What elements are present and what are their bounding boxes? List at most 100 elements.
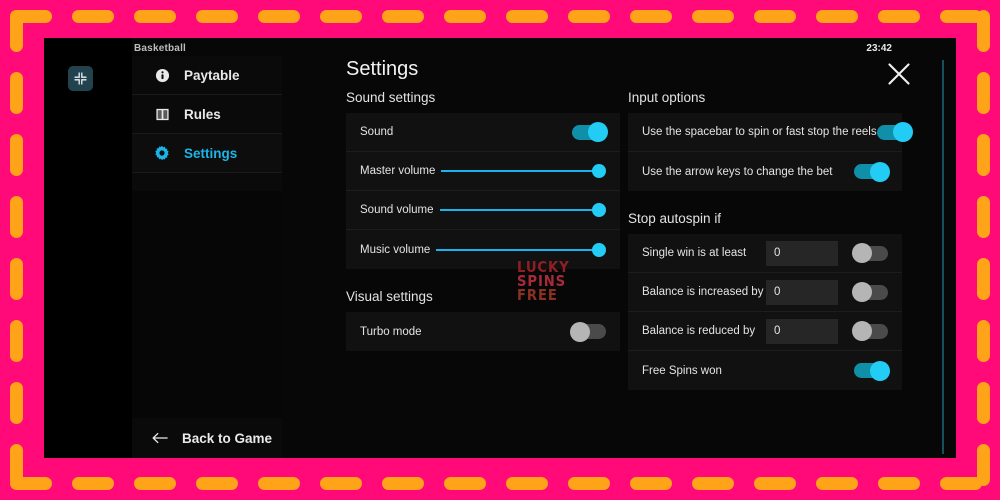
border-dash xyxy=(692,10,734,23)
row-label: Free Spins won xyxy=(642,364,722,377)
arrow-keys-toggle[interactable] xyxy=(854,161,890,182)
sidebar-item-label: Paytable xyxy=(184,67,240,83)
border-dash xyxy=(940,477,982,490)
border-dash xyxy=(878,10,920,23)
border-dash xyxy=(258,10,300,23)
row-balance-increased[interactable]: Balance is increased by xyxy=(628,273,902,312)
row-sound[interactable]: Sound xyxy=(346,113,620,152)
row-single-win[interactable]: Single win is at least xyxy=(628,234,902,273)
border-dash xyxy=(444,10,486,23)
border-dash xyxy=(196,477,238,490)
game-title: Basketball xyxy=(134,43,187,54)
border-dash xyxy=(630,10,672,23)
sound-toggle[interactable] xyxy=(572,122,608,142)
balance-increased-toggle[interactable] xyxy=(852,282,888,302)
slider-thumb[interactable] xyxy=(592,203,606,217)
back-to-game-button[interactable]: Back to Game xyxy=(132,418,282,458)
border-dash xyxy=(977,320,990,362)
music-volume-slider[interactable] xyxy=(436,242,606,257)
row-label: Music volume xyxy=(360,243,431,256)
border-dash xyxy=(977,258,990,300)
row-label: Use the arrow keys to change the bet xyxy=(642,165,833,178)
toggle-knob xyxy=(852,243,872,263)
page-title: Settings xyxy=(346,58,419,80)
row-label: Sound volume xyxy=(360,204,434,216)
sidebar-item-settings[interactable]: Settings xyxy=(132,134,282,173)
info-circle-icon xyxy=(154,67,170,83)
border-dash xyxy=(940,10,982,23)
border-dash xyxy=(630,477,672,490)
settings-content: Settings Sound settings Sound Master vol… xyxy=(282,38,956,458)
slider-track xyxy=(441,170,596,172)
section-title-visual: Visual settings xyxy=(346,289,433,304)
border-dash xyxy=(568,477,610,490)
border-dash xyxy=(10,10,52,23)
sound-volume-slider[interactable] xyxy=(439,203,606,217)
border-dash xyxy=(10,134,23,176)
game-window: Basketball 23:42 Paytable Rules Settings… xyxy=(44,38,956,458)
border-dash xyxy=(977,382,990,424)
border-dash xyxy=(754,477,796,490)
row-label: Balance is increased by xyxy=(642,286,764,298)
toggle-knob xyxy=(852,321,872,341)
spacebar-toggle[interactable] xyxy=(876,122,913,142)
toggle-knob xyxy=(870,360,890,381)
border-dash xyxy=(568,10,610,23)
border-dash xyxy=(977,196,990,238)
border-dash xyxy=(10,196,23,238)
border-dash xyxy=(382,477,424,490)
left-column: Sound settings Sound Master volume Sound… xyxy=(346,90,620,351)
row-balance-reduced[interactable]: Balance is reduced by xyxy=(628,312,902,351)
balance-reduced-toggle[interactable] xyxy=(852,321,888,341)
border-dash xyxy=(10,10,23,52)
settings-overlay: Basketball 23:42 Paytable Rules Settings… xyxy=(132,38,956,458)
row-free-spins-won[interactable]: Free Spins won xyxy=(628,351,902,390)
slider-thumb[interactable] xyxy=(592,242,606,257)
single-win-input[interactable] xyxy=(766,240,838,266)
arrow-left-icon xyxy=(152,430,168,446)
border-dash xyxy=(10,382,23,424)
border-dash xyxy=(72,477,114,490)
balance-increased-input[interactable] xyxy=(766,279,838,305)
slider-track xyxy=(436,248,596,251)
close-icon[interactable] xyxy=(886,61,912,87)
book-icon xyxy=(154,106,170,122)
section-title-input: Input options xyxy=(628,90,706,105)
border-dash xyxy=(444,477,486,490)
compress-arrows-icon[interactable] xyxy=(68,66,93,91)
border-dash xyxy=(10,258,23,300)
turbo-mode-toggle[interactable] xyxy=(570,321,606,342)
row-arrowkeys-option[interactable]: Use the arrow keys to change the bet xyxy=(628,152,902,191)
toggle-knob xyxy=(892,122,913,142)
balance-reduced-input[interactable] xyxy=(766,318,838,344)
vertical-scrollbar[interactable] xyxy=(942,60,944,454)
row-turbo-mode[interactable]: Turbo mode xyxy=(346,312,620,351)
section-title-autospin: Stop autospin if xyxy=(628,211,722,226)
border-dash xyxy=(320,10,362,23)
single-win-toggle[interactable] xyxy=(852,243,888,263)
slider-thumb[interactable] xyxy=(592,164,606,178)
border-dash xyxy=(10,72,23,114)
row-master-volume[interactable]: Master volume xyxy=(346,152,620,191)
border-dash xyxy=(977,444,990,486)
toggle-knob xyxy=(870,161,890,182)
border-dash xyxy=(196,10,238,23)
visual-settings-group: Turbo mode xyxy=(346,312,620,351)
input-options-group: Use the spacebar to spin or fast stop th… xyxy=(628,113,913,191)
border-dash xyxy=(320,477,362,490)
right-column: Input options Use the spacebar to spin o… xyxy=(628,90,913,390)
section-title-sound: Sound settings xyxy=(346,90,436,105)
sidebar-item-paytable[interactable]: Paytable xyxy=(132,56,282,95)
border-dash xyxy=(258,477,300,490)
master-volume-slider[interactable] xyxy=(441,164,606,178)
row-label: Single win is at least xyxy=(642,247,747,259)
sidebar-item-rules[interactable]: Rules xyxy=(132,95,282,134)
free-spins-won-toggle[interactable] xyxy=(854,360,890,381)
sound-settings-group: Sound Master volume Sound volume Music v… xyxy=(346,113,620,269)
border-dash xyxy=(816,10,858,23)
row-spacebar-option[interactable]: Use the spacebar to spin or fast stop th… xyxy=(628,113,913,152)
row-label: Turbo mode xyxy=(360,325,422,338)
row-music-volume[interactable]: Music volume xyxy=(346,230,620,269)
row-sound-volume[interactable]: Sound volume xyxy=(346,191,620,230)
border-dash xyxy=(506,477,548,490)
